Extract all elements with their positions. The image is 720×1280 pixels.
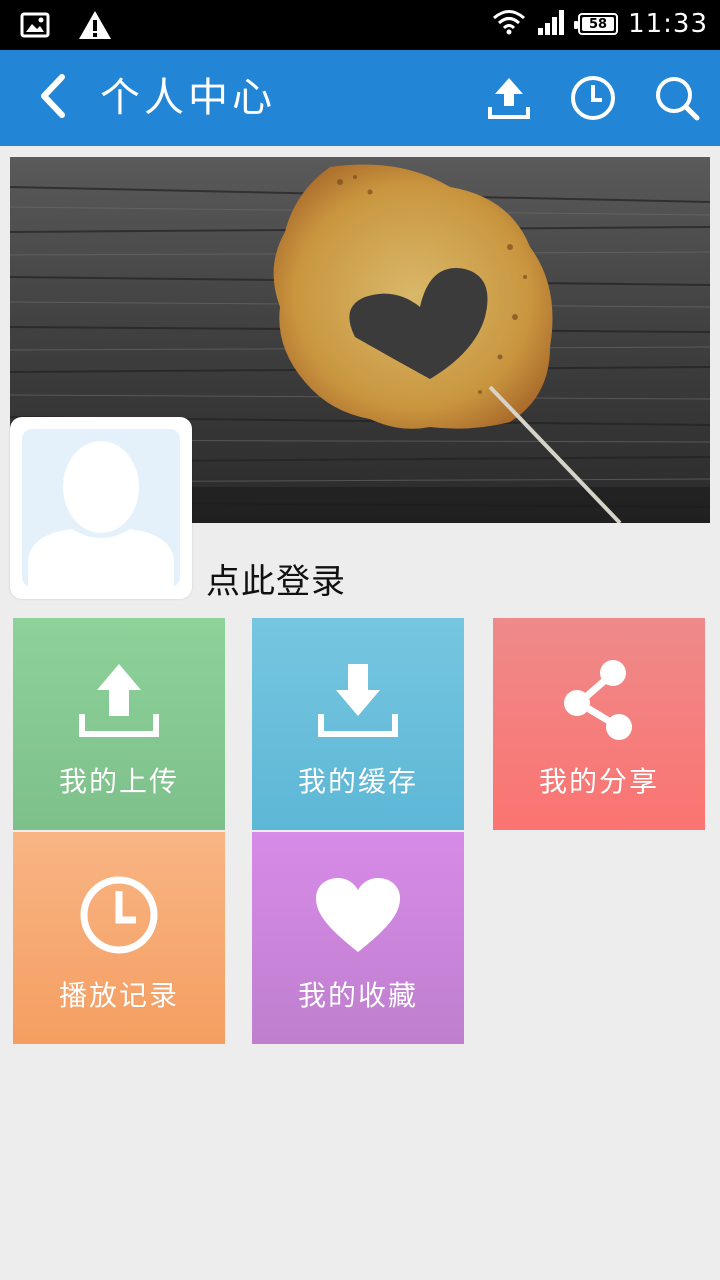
warning-icon <box>78 10 112 44</box>
signal-icon <box>536 8 568 40</box>
image-notification-icon <box>20 11 50 43</box>
tile-play-history[interactable]: 播放记录 <box>13 832 225 1044</box>
avatar[interactable] <box>10 417 192 599</box>
download-icon <box>318 656 398 746</box>
upload-button[interactable] <box>480 72 538 128</box>
wifi-icon <box>492 8 526 40</box>
back-button[interactable] <box>24 70 80 126</box>
share-icon <box>563 656 635 746</box>
heart-icon <box>314 870 402 960</box>
app-bar-actions <box>480 72 706 128</box>
status-bar: 58 11:33 <box>0 0 720 50</box>
tile-my-uploads[interactable]: 我的上传 <box>13 618 225 830</box>
status-time: 11:33 <box>628 9 708 39</box>
tile-my-shares[interactable]: 我的分享 <box>493 618 705 830</box>
default-avatar-icon <box>22 429 180 587</box>
history-clock-icon <box>569 74 617 126</box>
page-title: 个人中心 <box>100 75 276 121</box>
history-button[interactable] <box>564 72 622 128</box>
tile-label: 我的分享 <box>538 765 659 798</box>
tile-label: 我的上传 <box>58 765 179 798</box>
chevron-left-icon <box>36 73 68 123</box>
clock-icon <box>78 870 160 960</box>
search-icon <box>653 74 701 126</box>
status-bar-system: 58 11:33 <box>492 8 708 40</box>
app-bar: 个人中心 <box>0 50 720 146</box>
tile-label: 我的收藏 <box>297 979 418 1012</box>
status-bar-notifications <box>20 10 112 44</box>
search-button[interactable] <box>648 72 706 128</box>
battery-icon: 58 <box>574 13 619 35</box>
login-link[interactable]: 点此登录 <box>206 554 346 603</box>
tile-label: 播放记录 <box>58 979 179 1012</box>
tile-my-favorites[interactable]: 我的收藏 <box>252 832 464 1044</box>
upload-icon <box>486 75 532 125</box>
tile-my-cache[interactable]: 我的缓存 <box>252 618 464 830</box>
upload-icon <box>79 656 159 746</box>
battery-level: 58 <box>589 16 608 32</box>
tile-label: 我的缓存 <box>297 765 418 798</box>
